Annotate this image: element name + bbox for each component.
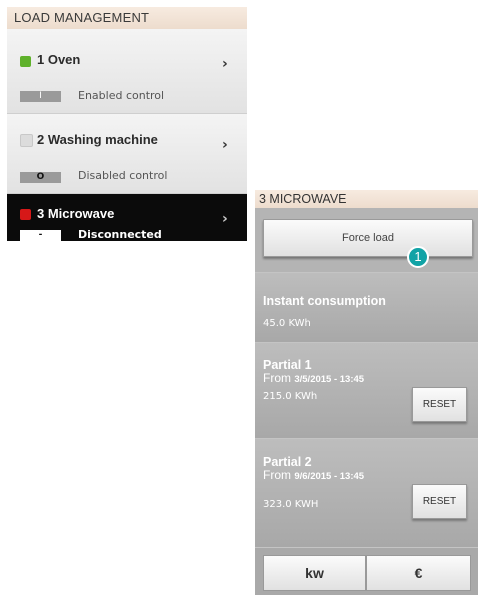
from-label: From (263, 468, 291, 482)
status-indicator-red (20, 209, 31, 220)
load-item-washing-machine[interactable]: 2 Washing machine › O Disabled control (7, 114, 247, 194)
force-load-button[interactable]: Force load (263, 219, 473, 257)
from-label: From (263, 371, 291, 385)
partial-2-from: From 9/6/2015 - 13:45 (263, 468, 364, 482)
instant-consumption-section: Instant consumption 45.0 KWh (255, 272, 478, 342)
force-load-area: Force load (255, 208, 478, 272)
partial-2-reset-button[interactable]: RESET (412, 484, 467, 519)
control-toggle[interactable]: - (20, 230, 61, 241)
status-indicator-green (20, 56, 31, 67)
unit-selector: kw € (255, 547, 478, 595)
load-item-name: 2 Washing machine (37, 132, 158, 147)
chevron-right-icon[interactable]: › (222, 56, 228, 72)
status-indicator-grey (20, 134, 33, 147)
partial-1-from: From 3/5/2015 - 13:45 (263, 371, 364, 385)
load-item-name: 3 Microwave (37, 206, 115, 221)
load-management-title: LOAD MANAGEMENT (7, 7, 247, 29)
load-item-status: Disabled control (78, 169, 168, 182)
microwave-title: 3 MICROWAVE (255, 190, 478, 208)
kw-unit-button[interactable]: kw (263, 555, 366, 591)
partial-2-section: Partial 2 From 9/6/2015 - 13:45 323.0 KW… (255, 438, 478, 547)
partial-2-value: 323.0 KWH (263, 499, 319, 510)
euro-unit-button[interactable]: € (366, 555, 471, 591)
control-toggle[interactable]: O (20, 172, 61, 183)
partial-1-section: Partial 1 From 3/5/2015 - 13:45 215.0 KW… (255, 342, 478, 438)
callout-badge: 1 (407, 246, 429, 268)
load-item-status: Disconnected (78, 228, 162, 241)
partial-1-value: 215.0 KWh (263, 391, 318, 402)
partial-1-title: Partial 1 (263, 358, 312, 372)
partial-1-date: 3/5/2015 - 13:45 (294, 374, 365, 385)
partial-2-title: Partial 2 (263, 455, 312, 469)
partial-1-reset-button[interactable]: RESET (412, 387, 467, 422)
load-item-status: Enabled control (78, 89, 165, 102)
control-toggle[interactable]: I (20, 91, 61, 102)
instant-consumption-value: 45.0 KWh (263, 318, 311, 329)
load-item-name: 1 Oven (37, 52, 81, 67)
load-item-oven[interactable]: 1 Oven › I Enabled control (7, 29, 247, 114)
instant-consumption-title: Instant consumption (263, 294, 386, 308)
partial-2-date: 9/6/2015 - 13:45 (294, 471, 365, 482)
microwave-detail-panel: 3 MICROWAVE Force load 1 Instant consump… (255, 190, 478, 595)
chevron-right-icon[interactable]: › (222, 137, 228, 153)
load-item-microwave[interactable]: 3 Microwave › - Disconnected (7, 194, 247, 241)
chevron-right-icon[interactable]: › (222, 211, 228, 227)
load-management-panel: LOAD MANAGEMENT 1 Oven › I Enabled contr… (7, 7, 247, 241)
